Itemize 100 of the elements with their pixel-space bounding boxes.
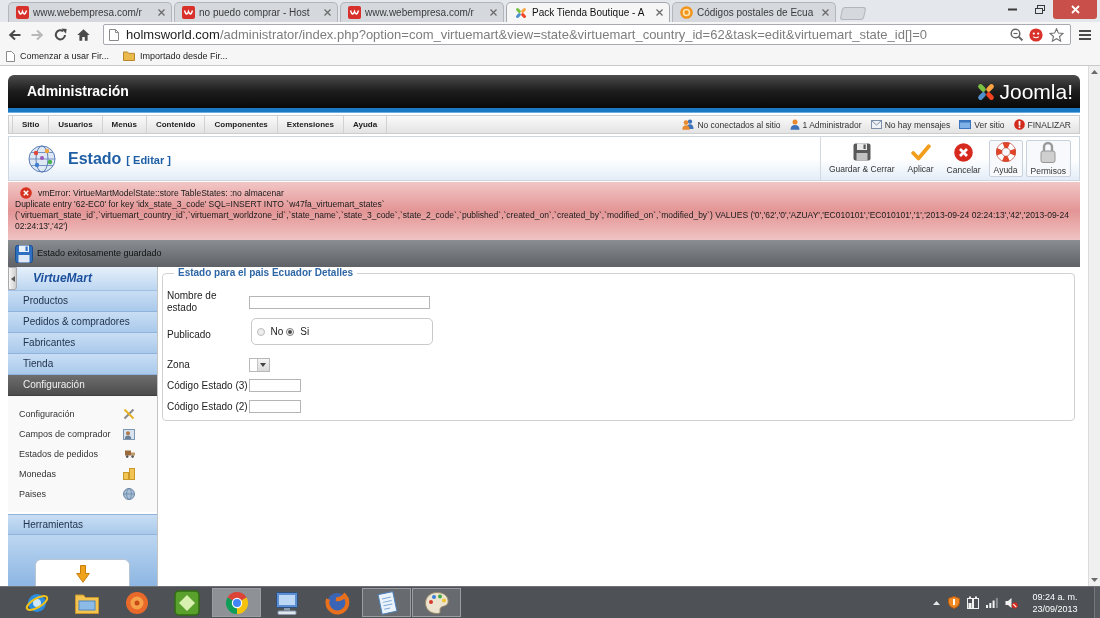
taskbar-button[interactable] bbox=[212, 588, 261, 617]
star-icon[interactable] bbox=[1049, 27, 1064, 42]
users-icon bbox=[682, 119, 695, 130]
toolbar-button[interactable]: Permisos bbox=[1025, 140, 1071, 177]
browser-tab[interactable]: Códigos postales de Ecua bbox=[672, 2, 836, 22]
radio-button[interactable] bbox=[256, 327, 265, 336]
menu-item[interactable]: Usuarios bbox=[49, 116, 103, 133]
pinwheel-icon bbox=[514, 5, 528, 20]
back-arrow-icon bbox=[8, 28, 21, 41]
caret-down-icon[interactable] bbox=[1091, 578, 1098, 582]
close-icon[interactable] bbox=[490, 9, 497, 16]
scrollbar[interactable] bbox=[1088, 66, 1100, 586]
sidebar-logo: VirtueMart bbox=[33, 271, 92, 285]
magnifier-icon[interactable] bbox=[1010, 28, 1023, 41]
caret-up-icon[interactable] bbox=[1091, 70, 1098, 74]
error-detail: Duplicate entry '62-EC0' for key 'idx_state_3_code' SQL=INSERT INTO `w47fa_virtuemart_states` (`virtuemart_state_id`,`virtuemart_country_id`,`virtuemart_worldzone_id`,`state_name`,`state_3_code`,`state_2_code`,`published`,`created_on`,`created_by`,`modified_on`,`modified_by`) VALUES ('0','62','0','AZUAY','EC010101','EC010101','1','2013-09-24 02:24:13','42','2013-09-24 02:24:13','42') bbox=[15, 199, 1070, 232]
taskbar-button[interactable] bbox=[362, 588, 411, 617]
input-field[interactable] bbox=[248, 400, 301, 413]
url-text: holmsworld.com/administrator/index.php?option=com_virtuemart&view=state&virtuemart_country_id=62&task=edit&virtuemart_state_id[]=0 bbox=[126, 26, 927, 43]
forward-arrow-icon bbox=[31, 28, 44, 41]
folder-icon bbox=[123, 51, 136, 61]
sidebar-link[interactable]: Paises bbox=[19, 488, 46, 500]
sidebar-link[interactable]: Estados de pedidos bbox=[19, 448, 99, 460]
sidebar-section[interactable]: Configuración bbox=[8, 375, 157, 396]
caret-up-icon[interactable] bbox=[933, 600, 940, 605]
sidebar-section[interactable]: Productos bbox=[8, 291, 157, 312]
lifebuoy-icon bbox=[995, 142, 1016, 162]
radio-label[interactable]: No bbox=[270, 325, 284, 338]
status-link[interactable]: No hay mensajes bbox=[884, 119, 951, 130]
face-icon[interactable] bbox=[1029, 27, 1043, 42]
menu-item[interactable]: Menús bbox=[102, 116, 147, 133]
toolbar-button[interactable]: Ayuda bbox=[988, 140, 1023, 177]
close-icon[interactable] bbox=[158, 9, 165, 16]
globe-icon bbox=[123, 488, 135, 500]
globe-icon bbox=[27, 143, 57, 174]
status-text: 1 Administrador bbox=[802, 119, 862, 130]
tile-icon bbox=[348, 6, 361, 19]
caret-down-icon bbox=[260, 362, 266, 367]
menu-icon bbox=[1079, 29, 1091, 40]
admin-title: Administración bbox=[27, 83, 129, 100]
browser-tab[interactable]: www.webempresa.com/r bbox=[8, 2, 172, 22]
reload-icon bbox=[54, 28, 67, 41]
toolbar-button[interactable]: Aplicar bbox=[902, 137, 939, 180]
select-field[interactable] bbox=[248, 357, 270, 372]
shield-icon[interactable] bbox=[948, 596, 960, 609]
menu-item[interactable]: Extensiones bbox=[277, 116, 344, 133]
page-subtitle: [ Editar ] bbox=[126, 153, 171, 167]
close-icon[interactable] bbox=[822, 9, 829, 16]
palette-icon bbox=[423, 590, 450, 615]
coins-icon bbox=[123, 468, 135, 480]
clock-time[interactable]: 09:24 a. m. bbox=[1032, 590, 1078, 603]
radio-button[interactable] bbox=[286, 327, 295, 336]
status-link[interactable]: FINALIZAR bbox=[1027, 119, 1071, 130]
close-icon[interactable] bbox=[656, 9, 663, 16]
field-label: Zona bbox=[167, 358, 191, 371]
radio-label[interactable]: Si bbox=[300, 325, 310, 338]
sidebar-section[interactable]: Fabricantes bbox=[8, 333, 157, 354]
taskbar-button[interactable] bbox=[412, 588, 461, 617]
close-icon[interactable] bbox=[324, 9, 331, 16]
page-icon bbox=[6, 50, 15, 62]
sidebar-section[interactable]: Herramientas bbox=[8, 514, 157, 535]
clock-date[interactable]: 23/09/2013 bbox=[1032, 602, 1078, 615]
sidebar-toggle[interactable] bbox=[8, 267, 17, 290]
browser-tab[interactable]: www.webempresa.com/r bbox=[340, 2, 504, 22]
cancel-icon bbox=[954, 142, 974, 162]
menu-item[interactable]: Componentes bbox=[205, 116, 278, 133]
sidebar-section[interactable]: Pedidos & compradores bbox=[8, 312, 157, 333]
restore-icon bbox=[1034, 5, 1045, 14]
bookmark-button[interactable]: Comenzar a usar Fir... bbox=[6, 50, 110, 62]
sidebar-link[interactable]: Campos de comprador bbox=[19, 428, 111, 440]
input-field[interactable] bbox=[248, 379, 301, 392]
panel-legend: Estado para el pais Ecuador Detalles bbox=[174, 267, 358, 279]
status-text: No conectados al sitio bbox=[697, 119, 781, 130]
id-card-icon bbox=[123, 428, 135, 440]
signal-bars-icon[interactable] bbox=[986, 597, 998, 608]
minimize-icon bbox=[1007, 8, 1017, 11]
input-field[interactable] bbox=[248, 295, 430, 309]
status-link[interactable]: Ver sitio bbox=[974, 119, 1005, 130]
bookmark-button[interactable]: Importado desde Fir... bbox=[123, 50, 228, 62]
battery-icon[interactable] bbox=[967, 596, 979, 609]
address-bar[interactable]: holmsworld.com/administrator/index.php?option=com_virtuemart&view=state&virtuemart_country_id=62&task=edit&virtuemart_state_id[]=0 bbox=[103, 24, 1071, 45]
toolbar-button[interactable]: Cancelar bbox=[941, 137, 986, 180]
close-icon bbox=[1070, 5, 1080, 14]
close-button[interactable] bbox=[1053, 0, 1097, 19]
browser-tab[interactable]: no puedo comprar - Host bbox=[174, 2, 338, 22]
sidebar-link[interactable]: Configuración bbox=[19, 408, 75, 420]
sidebar-link[interactable]: Monedas bbox=[19, 468, 57, 480]
monitor-icon bbox=[273, 590, 300, 615]
menu-item[interactable]: Ayuda bbox=[343, 116, 388, 133]
window-icon bbox=[959, 120, 972, 129]
menu-item[interactable]: Contenido bbox=[146, 116, 206, 133]
user-icon bbox=[789, 119, 800, 130]
browser-tab[interactable]: Pack Tienda Boutique - A bbox=[506, 2, 670, 22]
tools-icon bbox=[123, 408, 135, 420]
speaker-muted-icon[interactable] bbox=[1005, 596, 1018, 609]
page-title: Estado bbox=[68, 149, 122, 168]
tile-icon bbox=[16, 6, 29, 19]
toolbar-button[interactable]: Guardar & Cerrar bbox=[823, 137, 900, 180]
sidebar-section[interactable]: Tienda bbox=[8, 354, 157, 375]
menu-item[interactable]: Sitio bbox=[12, 116, 50, 133]
